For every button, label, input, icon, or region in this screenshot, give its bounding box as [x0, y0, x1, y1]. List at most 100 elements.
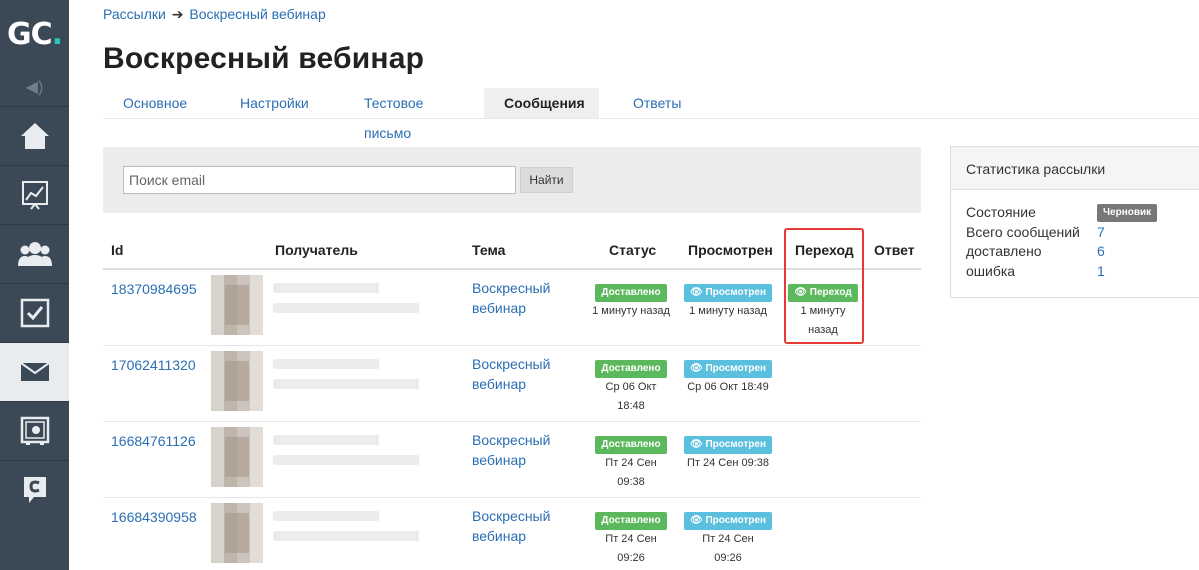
avatar	[211, 351, 263, 411]
viewed-cell: 👁 Просмотрен Ср 06 Окт 18:49	[683, 358, 773, 397]
stat-value-link[interactable]: 1	[1097, 263, 1105, 279]
stat-value-link[interactable]: 6	[1097, 243, 1105, 259]
tab-messages[interactable]: Сообщения	[484, 88, 599, 118]
viewed-time: 1 минуту назад	[689, 305, 767, 317]
stat-row-error: ошибка 1	[966, 263, 1184, 283]
table-row: 16684390958 Воскресный вебинар Доставлен…	[103, 498, 921, 570]
viewed-cell: 👁 Просмотрен 1 минуту назад	[683, 282, 773, 321]
row-id-link[interactable]: 16684390958	[111, 509, 197, 525]
subject-line: вебинар	[472, 528, 527, 544]
table-row: 16684761126 Воскресный вебинар Доставлен…	[103, 422, 921, 498]
header-status[interactable]: Статус	[609, 242, 656, 258]
stat-value-link[interactable]: 7	[1097, 224, 1105, 240]
sidebar-item-mailings[interactable]	[0, 342, 69, 401]
avatar	[211, 427, 263, 487]
sidebar-item-chat[interactable]	[0, 460, 69, 519]
subject-link[interactable]: Воскресный вебинар	[472, 506, 550, 546]
subject-line: вебинар	[472, 300, 527, 316]
eye-icon: 👁	[689, 515, 706, 526]
recipient-blurred	[273, 359, 433, 389]
safe-icon	[20, 416, 49, 445]
sidebar-item-stats[interactable]	[0, 165, 69, 224]
stat-label: ошибка	[966, 262, 1016, 279]
stat-label: доставлено	[966, 243, 1042, 259]
viewed-time: 09:26	[714, 552, 742, 564]
tab-test-letter[interactable]: Тестовое письмо	[324, 88, 484, 141]
stat-value: Черновик	[1097, 202, 1158, 222]
stat-row-total: Всего сообщений 7	[966, 224, 1184, 244]
delivered-badge: Доставлено	[595, 284, 667, 302]
chat-icon	[23, 477, 46, 503]
status-time: 09:26	[617, 552, 645, 564]
tab-bar: Основное Настройки Тестовое письмо Сообщ…	[103, 88, 1199, 141]
status-time: 1 минуту назад	[592, 305, 670, 317]
sidebar: GC. ◀)	[0, 0, 69, 570]
row-id-link[interactable]: 17062411320	[111, 357, 196, 373]
stats-panel: Статистика рассылки Состояние Черновик В…	[950, 146, 1199, 298]
delivered-badge: Доставлено	[595, 512, 667, 530]
logo-text: GC.	[6, 16, 63, 52]
sidebar-item-home[interactable]	[0, 106, 69, 165]
sidebar-item-users[interactable]	[0, 224, 69, 283]
subject-line: вебинар	[472, 376, 527, 392]
viewed-time: Ср 06 Окт 18:49	[687, 381, 769, 393]
subject-line: Воскресный	[472, 508, 551, 524]
avatar	[211, 275, 263, 335]
tab-replies[interactable]: Ответы	[599, 88, 701, 118]
viewed-badge-label: Просмотрен	[705, 439, 767, 450]
row-id-link[interactable]: 18370984695	[111, 281, 197, 297]
logo[interactable]: GC.	[0, 0, 69, 68]
subject-line: Воскресный	[472, 356, 551, 372]
viewed-badge-label: Просмотрен	[705, 363, 767, 374]
recipient-blurred	[273, 511, 433, 541]
breadcrumb: Рассылки ➔ Воскресный вебинар	[103, 6, 326, 23]
status-time: Пт 24 Сен	[605, 457, 657, 469]
status-cell: Доставлено Пт 24 Сен 09:26	[586, 510, 676, 568]
status-time: 09:38	[617, 476, 645, 488]
header-recipient[interactable]: Получатель	[275, 242, 358, 258]
viewed-badge-label: Просмотрен	[705, 515, 767, 526]
table-row: 17062411320 Воскресный вебинар Доставлен…	[103, 346, 921, 422]
delivered-badge: Доставлено	[595, 436, 667, 454]
breadcrumb-parent-link[interactable]: Рассылки	[103, 6, 166, 22]
mail-icon	[19, 362, 50, 381]
subject-link[interactable]: Воскресный вебинар	[472, 278, 550, 318]
row-id-link[interactable]: 16684761126	[111, 433, 196, 449]
viewed-badge: 👁 Просмотрен	[683, 360, 773, 378]
subject-link[interactable]: Воскресный вебинар	[472, 354, 550, 394]
viewed-cell: 👁 Просмотрен Пт 24 Сен 09:26	[683, 510, 773, 568]
subject-line: вебинар	[472, 452, 527, 468]
breadcrumb-separator: ➔	[171, 6, 184, 22]
viewed-badge: 👁 Просмотрен	[683, 284, 773, 302]
chart-icon	[21, 181, 48, 210]
breadcrumb-current-link[interactable]: Воскресный вебинар	[189, 6, 325, 22]
users-icon	[17, 242, 52, 266]
status-cell: Доставлено Пт 24 Сен 09:38	[586, 434, 676, 492]
viewed-time: Пт 24 Сен	[702, 533, 754, 545]
sidebar-item-safe[interactable]	[0, 401, 69, 460]
home-icon	[20, 123, 49, 149]
search-input[interactable]	[123, 166, 516, 194]
header-viewed[interactable]: Просмотрен	[688, 242, 773, 258]
viewed-badge-label: Просмотрен	[705, 287, 767, 298]
status-time: Пт 24 Сен	[605, 533, 657, 545]
stat-row-state: Состояние Черновик	[966, 204, 1184, 224]
header-reply[interactable]: Ответ	[874, 242, 915, 258]
subject-line: Воскресный	[472, 432, 551, 448]
sidebar-item-tasks[interactable]	[0, 283, 69, 342]
tab-main[interactable]: Основное	[103, 88, 206, 118]
header-subject[interactable]: Тема	[472, 242, 505, 258]
stat-label: Всего сообщений	[966, 223, 1080, 240]
tasks-icon	[20, 298, 49, 328]
recipient-blurred	[273, 283, 433, 313]
tab-settings[interactable]: Настройки	[206, 88, 324, 118]
subject-link[interactable]: Воскресный вебинар	[472, 430, 550, 470]
header-id[interactable]: Id	[111, 242, 123, 258]
eye-icon: 👁	[689, 439, 706, 450]
eye-icon: 👁	[689, 287, 706, 298]
avatar	[211, 503, 263, 563]
click-column-highlight	[784, 228, 864, 344]
search-button[interactable]: Найти	[520, 167, 573, 193]
collapse-icon[interactable]: ◀)	[0, 68, 69, 106]
recipient-blurred	[273, 435, 433, 465]
